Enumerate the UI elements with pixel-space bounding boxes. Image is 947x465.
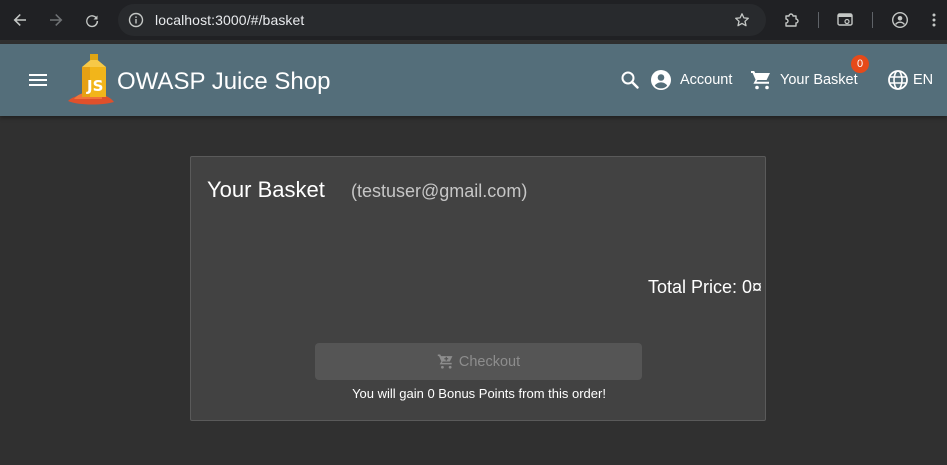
shopping-cart-icon: [750, 69, 772, 91]
back-icon[interactable]: [8, 8, 32, 32]
account-button[interactable]: Account: [650, 68, 732, 92]
more-menu-icon[interactable]: [922, 8, 946, 32]
basket-button[interactable]: Your Basket: [750, 68, 858, 92]
basket-card: Your Basket (testuser@gmail.com) Total P…: [190, 156, 766, 421]
svg-text:JS: JS: [86, 77, 103, 95]
checkout-button[interactable]: Checkout: [315, 343, 642, 380]
address-bar[interactable]: localhost:3000/#/basket: [118, 4, 766, 36]
app-toolbar: JS OWASP Juice Shop Account Your Basket …: [0, 44, 947, 116]
basket-label: Your Basket: [780, 72, 858, 88]
toolbar-divider: [818, 12, 819, 28]
basket-user-email: (testuser@gmail.com): [351, 181, 528, 201]
basket-count-badge: 0: [851, 55, 869, 73]
basket-title: Your Basket: [207, 177, 325, 202]
bookmark-star-icon[interactable]: [732, 10, 752, 30]
reload-icon[interactable]: [80, 8, 104, 32]
app-title[interactable]: OWASP Juice Shop: [117, 68, 330, 96]
checkout-label: Checkout: [458, 353, 521, 370]
globe-icon: [887, 69, 909, 91]
bonus-points-text: You will gain 0 Bonus Points from this o…: [352, 386, 606, 401]
search-icon[interactable]: [618, 68, 642, 92]
tab-search-icon[interactable]: [833, 8, 857, 32]
forward-icon[interactable]: [44, 8, 68, 32]
browser-toolbar: localhost:3000/#/basket: [0, 0, 947, 40]
language-button[interactable]: EN: [887, 68, 933, 92]
toolbar-divider: [872, 12, 873, 28]
profile-icon[interactable]: [888, 8, 912, 32]
total-price: Total Price: 0¤: [648, 277, 763, 297]
account-label: Account: [680, 72, 733, 88]
extensions-icon[interactable]: [780, 8, 804, 32]
language-label: EN: [913, 72, 934, 88]
site-info-icon[interactable]: [126, 10, 146, 30]
add-shopping-cart-icon: [437, 353, 454, 370]
juice-shop-logo[interactable]: JS: [66, 53, 116, 107]
account-circle-icon: [650, 69, 672, 91]
menu-icon[interactable]: [24, 66, 52, 94]
url-text: localhost:3000/#/basket: [155, 12, 305, 28]
